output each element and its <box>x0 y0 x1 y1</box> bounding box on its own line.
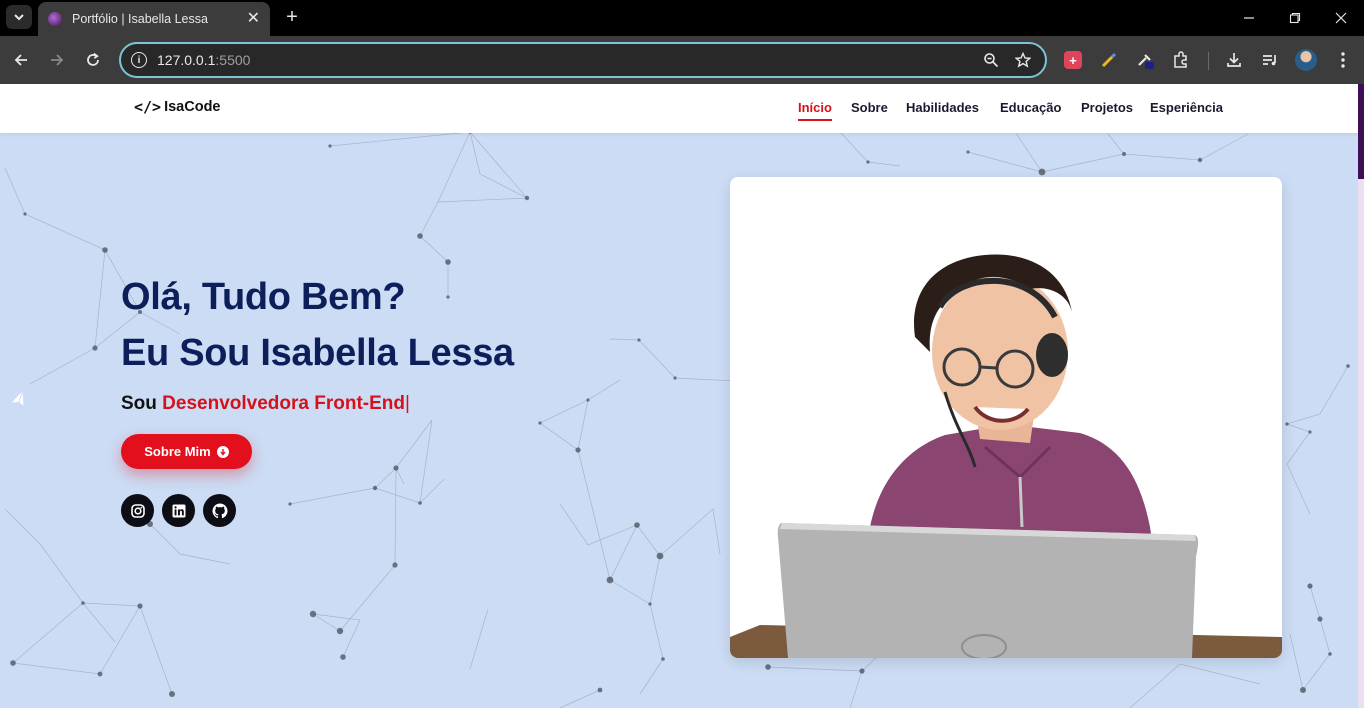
code-icon: </> <box>134 98 162 116</box>
nav-link-educacao[interactable]: Educação <box>1000 100 1061 115</box>
bookmark-star-icon[interactable] <box>1013 50 1033 70</box>
browser-toolbar: i 127.0.0.1:5500 + <box>0 36 1364 84</box>
extensions-puzzle-icon[interactable] <box>1169 48 1193 72</box>
toolbar-separator <box>1208 52 1209 70</box>
browser-tab-bar: Portfólio | Isabella Lessa ✕ + <box>0 0 1364 36</box>
window-controls <box>1226 0 1364 36</box>
extension-red-icon[interactable]: + <box>1061 48 1085 72</box>
color-picker-extension-icon[interactable] <box>1097 48 1121 72</box>
back-icon[interactable] <box>9 48 33 72</box>
hero-name: Eu Sou Isabella Lessa <box>121 332 514 374</box>
page-scrollbar[interactable] <box>1358 84 1364 708</box>
hero-greeting: Olá, Tudo Bem? <box>121 276 406 318</box>
linkedin-icon[interactable] <box>162 494 195 527</box>
github-icon[interactable] <box>203 494 236 527</box>
browser-menu-icon[interactable] <box>1331 48 1355 72</box>
nav-link-inicio[interactable]: Início <box>798 100 832 121</box>
instagram-icon[interactable] <box>121 494 154 527</box>
site-info-icon[interactable]: i <box>131 52 147 68</box>
restore-icon[interactable] <box>1272 0 1318 36</box>
nav-link-projetos[interactable]: Projetos <box>1081 100 1133 115</box>
logo-text: IsaCode <box>164 99 221 115</box>
typing-caret: | <box>405 393 410 414</box>
media-queue-icon[interactable] <box>1258 48 1282 72</box>
nav-link-esperiencia[interactable]: Esperiência <box>1150 100 1223 115</box>
browser-tab[interactable]: Portfólio | Isabella Lessa ✕ <box>38 2 270 36</box>
page-viewport: </> IsaCode Início Sobre Habilidades Edu… <box>0 84 1364 708</box>
close-window-icon[interactable] <box>1318 0 1364 36</box>
profile-avatar[interactable] <box>1294 48 1318 72</box>
minimize-icon[interactable] <box>1226 0 1272 36</box>
address-bar[interactable]: i 127.0.0.1:5500 <box>119 42 1047 78</box>
zoom-icon[interactable] <box>981 50 1001 70</box>
about-me-button[interactable]: Sobre Mim <box>121 434 252 469</box>
tab-title: Portfólio | Isabella Lessa <box>72 12 208 26</box>
nav-link-sobre[interactable]: Sobre <box>851 100 888 115</box>
hero-role-typed: Desenvolvedora Front-End <box>162 393 405 414</box>
forward-icon[interactable] <box>45 48 69 72</box>
hero-subtitle-prefix: Sou <box>121 393 157 414</box>
download-icon[interactable] <box>1222 48 1246 72</box>
nav-link-habilidades[interactable]: Habilidades <box>906 100 979 115</box>
profile-photo-card <box>730 177 1282 658</box>
site-header: </> IsaCode Início Sobre Habilidades Edu… <box>0 84 1364 133</box>
url-text[interactable]: 127.0.0.1:5500 <box>157 52 250 68</box>
site-logo[interactable]: </> IsaCode <box>134 98 221 116</box>
eyedropper-extension-icon[interactable] <box>1133 48 1157 72</box>
new-tab-button[interactable]: + <box>282 6 302 28</box>
reload-icon[interactable] <box>81 48 105 72</box>
tab-favicon-icon <box>48 12 62 26</box>
tab-search-button[interactable] <box>6 5 32 29</box>
scrollbar-thumb[interactable] <box>1358 84 1364 179</box>
tab-close-icon[interactable]: ✕ <box>247 11 260 27</box>
about-me-label: Sobre Mim <box>144 444 211 459</box>
profile-photo <box>730 254 1282 658</box>
hero-subtitle: Sou Desenvolvedora Front-End| <box>121 393 410 415</box>
arrow-circle-icon <box>216 445 229 458</box>
